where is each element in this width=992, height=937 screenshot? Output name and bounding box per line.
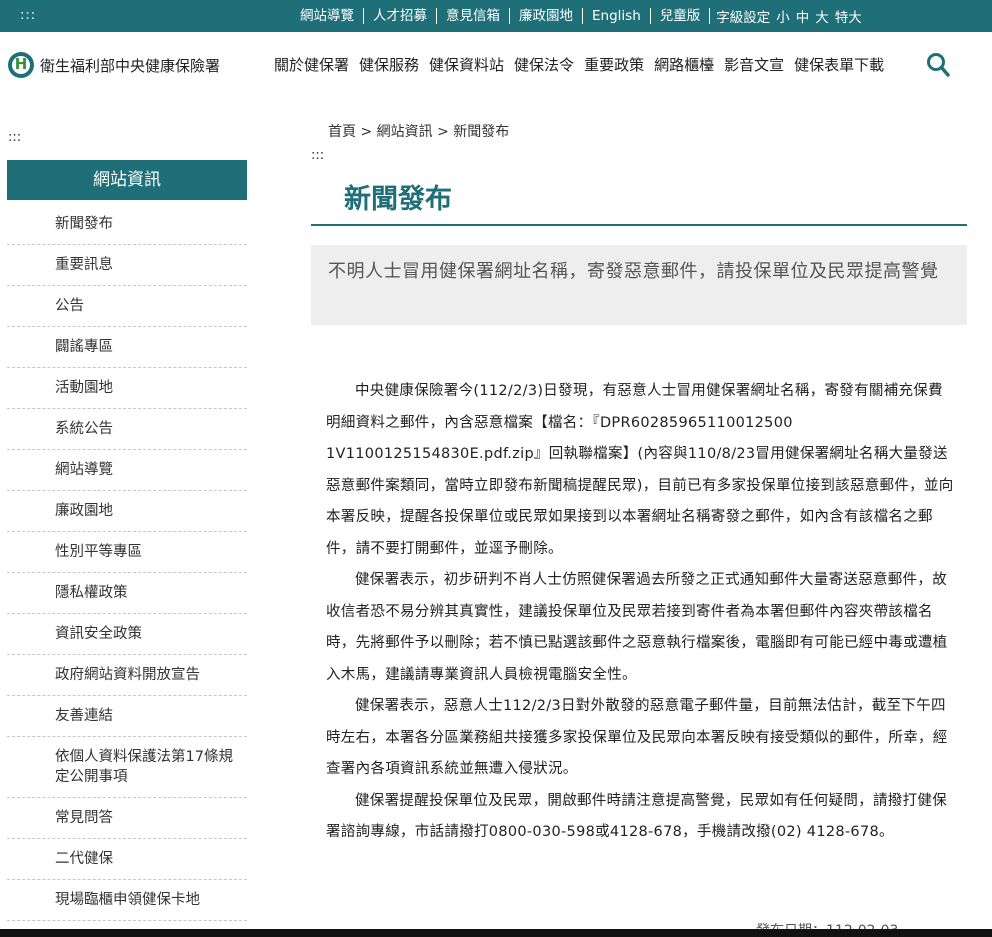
site-logo[interactable]: H 衛生福利部中央健康保險署 [8, 52, 220, 78]
breadcrumb: 首頁 > 網站資訊 > 新聞發布 [328, 124, 510, 140]
sidebar-item-gender[interactable]: 性別平等專區 [7, 532, 247, 573]
site-header: H 衛生福利部中央健康保險署 關於健保署 健保服務 健保資料站 健保法令 重要政… [0, 32, 992, 98]
nav-online-counter[interactable]: 網路櫃檯 [654, 54, 714, 75]
top-link-feedback[interactable]: 意見信箱 [437, 8, 510, 24]
sidebar-item-integrity[interactable]: 廉政園地 [7, 491, 247, 532]
article-body: 中央健康保險署今(112/2/3)日發現，有惡意人士冒用健保署網址名稱，寄發有關… [326, 376, 954, 849]
sidebar-item-2g-nhi[interactable]: 二代健保 [7, 839, 247, 880]
article-paragraph: 中央健康保險署今(112/2/3)日發現，有惡意人士冒用健保署網址名稱，寄發有關… [326, 383, 954, 557]
top-link-integrity[interactable]: 廉政園地 [510, 8, 583, 24]
nav-services[interactable]: 健保服務 [359, 54, 419, 75]
sidebar-item-open-data[interactable]: 政府網站資料開放宣告 [7, 655, 247, 696]
sidebar-item-card-locations[interactable]: 現場臨櫃申領健保卡地 [7, 880, 247, 921]
search-icon[interactable] [926, 52, 950, 78]
top-link-recruit[interactable]: 人才招募 [364, 8, 437, 24]
sidebar-item-announcement[interactable]: 公告 [7, 286, 247, 327]
bottom-edge-bar [0, 929, 992, 937]
nhi-logo-icon: H [8, 52, 34, 78]
sidebar-item-rumor[interactable]: 闢謠專區 [7, 327, 247, 368]
font-size-label: 字級設定 [716, 10, 771, 26]
sidebar-item-events[interactable]: 活動園地 [7, 368, 247, 409]
article-paragraph: 健保署表示，初步研判不肖人士仿照健保署過去所發之正式通知郵件大量寄送惡意郵件，故… [326, 572, 948, 683]
top-link-kids[interactable]: 兒童版 [651, 8, 711, 24]
font-size-xlarge-button[interactable]: 特大 [835, 6, 862, 26]
sidebar-list: 新聞發布 重要訊息 公告 闢謠專區 活動園地 系統公告 網站導覽 廉政園地 性別… [7, 200, 247, 921]
news-title: 不明人士冒用健保署網址名稱，寄發惡意郵件，請投保單位及民眾提高警覺 [311, 245, 967, 325]
sidebar-title: 網站資訊 [7, 160, 247, 200]
font-size-large-button[interactable]: 大 [815, 6, 829, 26]
sidebar-item-system[interactable]: 系統公告 [7, 409, 247, 450]
top-utility-bar: ::: 網站導覽 人才招募 意見信箱 廉政園地 English 兒童版 字級設定… [0, 0, 992, 32]
accesskey-left[interactable]: ::: [8, 130, 21, 145]
article-paragraph: 健保署提醒投保單位及民眾，開啟郵件時請注意提高警覺，民眾如有任何疑問，請撥打健保… [326, 792, 947, 841]
logo-text: 衛生福利部中央健康保險署 [40, 56, 221, 75]
nav-about[interactable]: 關於健保署 [274, 54, 349, 75]
font-size-medium-button[interactable]: 中 [796, 6, 810, 26]
sidebar-item-personal-data[interactable]: 依個人資料保護法第17條規定公開事項 [7, 737, 247, 798]
top-link-sitemap[interactable]: 網站導覽 [300, 8, 364, 24]
font-size-setting: 字級設定 小 中 大 特大 [710, 6, 862, 26]
page-title: 新聞發布 [344, 184, 452, 215]
sidebar-item-links[interactable]: 友善連結 [7, 696, 247, 737]
sidebar-item-news[interactable]: 新聞發布 [7, 200, 247, 245]
sidebar-item-sitemap[interactable]: 網站導覽 [7, 450, 247, 491]
sidebar-item-privacy[interactable]: 隱私權政策 [7, 573, 247, 614]
main-nav: 關於健保署 健保服務 健保資料站 健保法令 重要政策 網路櫃檯 影音文宣 健保表… [274, 54, 894, 75]
top-link-english[interactable]: English [583, 8, 651, 24]
accesskey-top[interactable]: ::: [20, 8, 36, 23]
page-title-block: 新聞發布 [311, 178, 967, 226]
article-paragraph: 健保署表示，惡意人士112/2/3日對外散發的惡意電子郵件量，目前無法估計，截至… [326, 698, 948, 777]
nav-policy[interactable]: 重要政策 [584, 54, 644, 75]
accesskey-center[interactable]: ::: [311, 148, 324, 163]
nav-data[interactable]: 健保資料站 [429, 54, 504, 75]
sidebar: 網站資訊 新聞發布 重要訊息 公告 闢謠專區 活動園地 系統公告 網站導覽 廉政… [7, 160, 247, 921]
sidebar-item-faq[interactable]: 常見問答 [7, 798, 247, 839]
top-links: 網站導覽 人才招募 意見信箱 廉政園地 English 兒童版 字級設定 小 中… [300, 0, 862, 32]
sidebar-item-important[interactable]: 重要訊息 [7, 245, 247, 286]
sidebar-item-security[interactable]: 資訊安全政策 [7, 614, 247, 655]
nav-forms[interactable]: 健保表單下載 [794, 54, 884, 75]
nav-law[interactable]: 健保法令 [514, 54, 574, 75]
nav-media[interactable]: 影音文宣 [724, 54, 784, 75]
font-size-small-button[interactable]: 小 [776, 6, 790, 26]
